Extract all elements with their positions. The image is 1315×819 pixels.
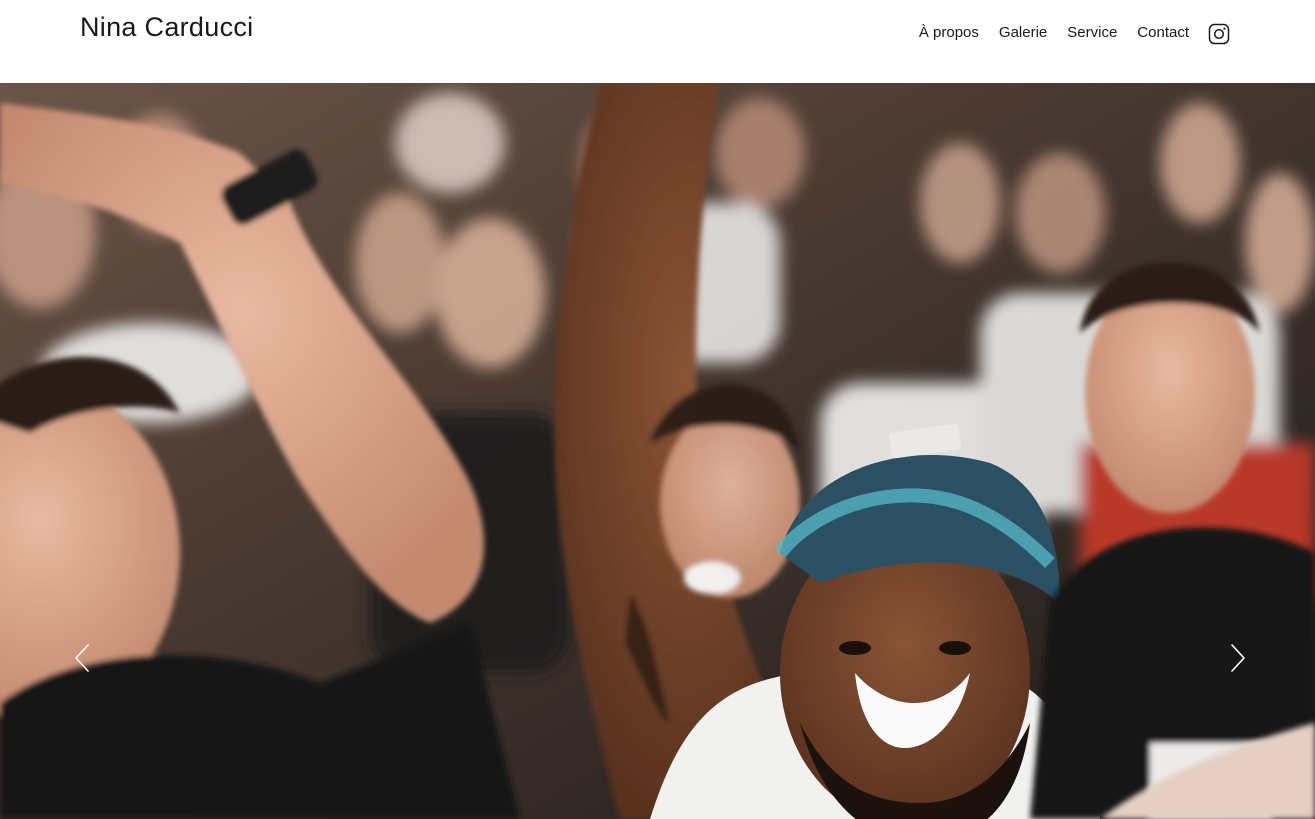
chevron-right-icon [1231,644,1245,672]
nav-item-galerie: Galerie [999,24,1047,42]
nav-link-galerie[interactable]: Galerie [999,24,1047,41]
instagram-link[interactable] [1207,22,1231,46]
nav-item-contact: Contact [1137,24,1189,42]
hero-carousel [0,83,1315,819]
carousel-next-button[interactable] [1220,640,1254,676]
nav-item-a-propos: À propos [919,24,979,42]
nav-item-service: Service [1067,24,1117,42]
page: Nina Carducci À propos Galerie Service C… [0,0,1315,819]
nav-link-contact[interactable]: Contact [1137,24,1189,41]
site-title[interactable]: Nina Carducci [80,12,253,43]
carousel-prev-button[interactable] [66,640,100,676]
nav-list: À propos Galerie Service Contact [919,24,1189,42]
nav-link-a-propos[interactable]: À propos [919,24,979,41]
concert-crowd-photo [0,83,1315,819]
site-header: Nina Carducci À propos Galerie Service C… [0,0,1315,83]
nav-link-service[interactable]: Service [1067,24,1117,41]
chevron-left-icon [75,644,89,672]
instagram-icon [1208,23,1230,45]
